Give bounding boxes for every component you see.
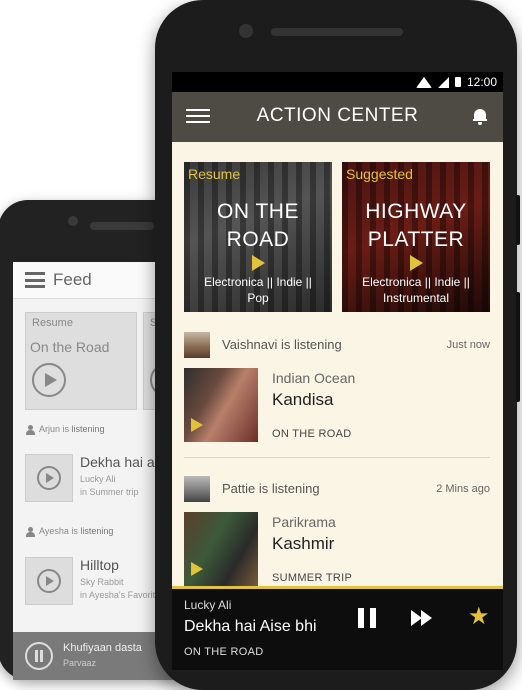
album-thumbnail[interactable] <box>25 557 73 605</box>
genre-line: Electronica || Indie || <box>204 275 312 289</box>
card-title-line: ROAD <box>226 228 290 251</box>
player-song: Khufiyaan dasta <box>63 642 142 654</box>
playlist-name[interactable]: ON THE ROAD <box>272 428 352 440</box>
song-title[interactable]: Kashmir <box>272 534 334 554</box>
power-button <box>516 195 520 245</box>
resume-card[interactable]: Resume On the Road <box>25 312 137 410</box>
menu-icon[interactable] <box>25 272 45 288</box>
card-label: Resume <box>32 317 73 329</box>
play-icon[interactable] <box>32 363 66 397</box>
front-phone: 12:00 ACTION CENTER Resume ON THE ROAD E… <box>155 0 520 690</box>
earpiece-speaker <box>90 222 154 230</box>
resume-card[interactable]: Resume ON THE ROAD Electronica || Indie … <box>184 162 332 312</box>
user-action: listening <box>80 526 114 536</box>
play-icon[interactable] <box>37 466 61 490</box>
activity-time: Just now <box>446 339 490 351</box>
play-icon[interactable] <box>191 418 203 432</box>
song-title: Hilltop <box>80 557 119 573</box>
artist-name: Lucky Ali <box>80 474 116 484</box>
progress-bar[interactable] <box>172 586 503 589</box>
player-song: Dekha hai Aise bhi <box>184 618 317 635</box>
fast-forward-icon[interactable] <box>411 610 433 626</box>
artist-name: Parikrama <box>272 514 336 530</box>
listening-user: Ayesha is listening <box>25 526 113 537</box>
album-thumbnail[interactable] <box>184 512 258 586</box>
playlist-cards: Resume ON THE ROAD Electronica || Indie … <box>184 162 490 312</box>
genre-line: Pop <box>247 291 269 305</box>
signal-icon <box>437 76 449 88</box>
user-action: listening <box>71 424 105 434</box>
card-title: HIGHWAY PLATTER <box>342 198 490 254</box>
album-thumbnail[interactable] <box>184 368 258 442</box>
listening-user: Arjun is listening <box>25 424 105 435</box>
genre-line: Instrumental <box>382 291 450 305</box>
now-playing-bar: Lucky Ali Dekha hai Aise bhi ON THE ROAD… <box>172 586 503 670</box>
avatar[interactable] <box>184 332 210 358</box>
play-icon[interactable] <box>191 562 203 576</box>
user-name: Arjun is <box>39 424 70 434</box>
album-thumbnail[interactable] <box>25 454 73 502</box>
activity-user: Pattie is listening <box>222 481 320 496</box>
artist-name: Indian Ocean <box>272 370 356 386</box>
app-bar: ACTION CENTER <box>172 92 503 142</box>
status-bar: 12:00 <box>172 72 503 92</box>
song-title: Dekha hai a <box>80 454 155 470</box>
genre-line: Electronica || Indie || <box>362 275 470 289</box>
user-name: Ayesha is <box>39 526 78 536</box>
person-icon <box>25 526 35 537</box>
star-icon[interactable]: ★ <box>468 604 490 628</box>
play-icon[interactable] <box>410 255 423 271</box>
divider <box>184 457 490 458</box>
activity-user: Vaishnavi is listening <box>222 337 342 352</box>
front-camera <box>68 216 78 226</box>
card-title: On the Road <box>30 339 110 355</box>
activity-time: 2 Mins ago <box>436 483 490 495</box>
suggested-card[interactable]: Suggested HIGHWAY PLATTER Electronica ||… <box>342 162 490 312</box>
card-genres: Electronica || Indie || Pop <box>184 274 332 306</box>
card-title-line: HIGHWAY <box>365 200 467 223</box>
person-icon <box>25 424 35 435</box>
phone-screen: 12:00 ACTION CENTER Resume ON THE ROAD E… <box>172 72 503 670</box>
status-time: 12:00 <box>466 75 497 89</box>
card-title: ON THE ROAD <box>184 198 332 254</box>
player-artist: Lucky Ali <box>184 598 232 612</box>
pause-icon[interactable] <box>25 642 53 670</box>
front-camera <box>239 24 253 38</box>
avatar[interactable] <box>184 476 210 502</box>
battery-icon <box>454 77 461 87</box>
page-title: ACTION CENTER <box>256 105 419 126</box>
song-title[interactable]: Kandisa <box>272 390 333 410</box>
player-playlist: ON THE ROAD <box>184 646 264 658</box>
wifi-icon <box>415 76 432 88</box>
card-title-line: PLATTER <box>367 228 465 251</box>
playlist-name: in Summer trip <box>80 487 139 497</box>
volume-button <box>516 292 520 402</box>
earpiece-speaker <box>271 28 403 36</box>
bell-icon[interactable] <box>473 109 487 125</box>
feed-title: Feed <box>53 270 92 289</box>
playlist-name: in Ayesha's Favorite <box>80 590 161 600</box>
card-genres: Electronica || Indie || Instrumental <box>342 274 490 306</box>
card-tag: Suggested <box>346 166 413 182</box>
artist-name: Sky Rabbit <box>80 577 124 587</box>
pause-icon[interactable] <box>358 608 376 628</box>
play-icon[interactable] <box>37 569 61 593</box>
card-title-line: ON THE <box>217 200 299 223</box>
playlist-name[interactable]: SUMMER TRIP <box>272 572 352 584</box>
player-artist: Parvaaz <box>63 658 97 668</box>
card-tag: Resume <box>188 166 241 182</box>
play-icon[interactable] <box>252 255 265 271</box>
